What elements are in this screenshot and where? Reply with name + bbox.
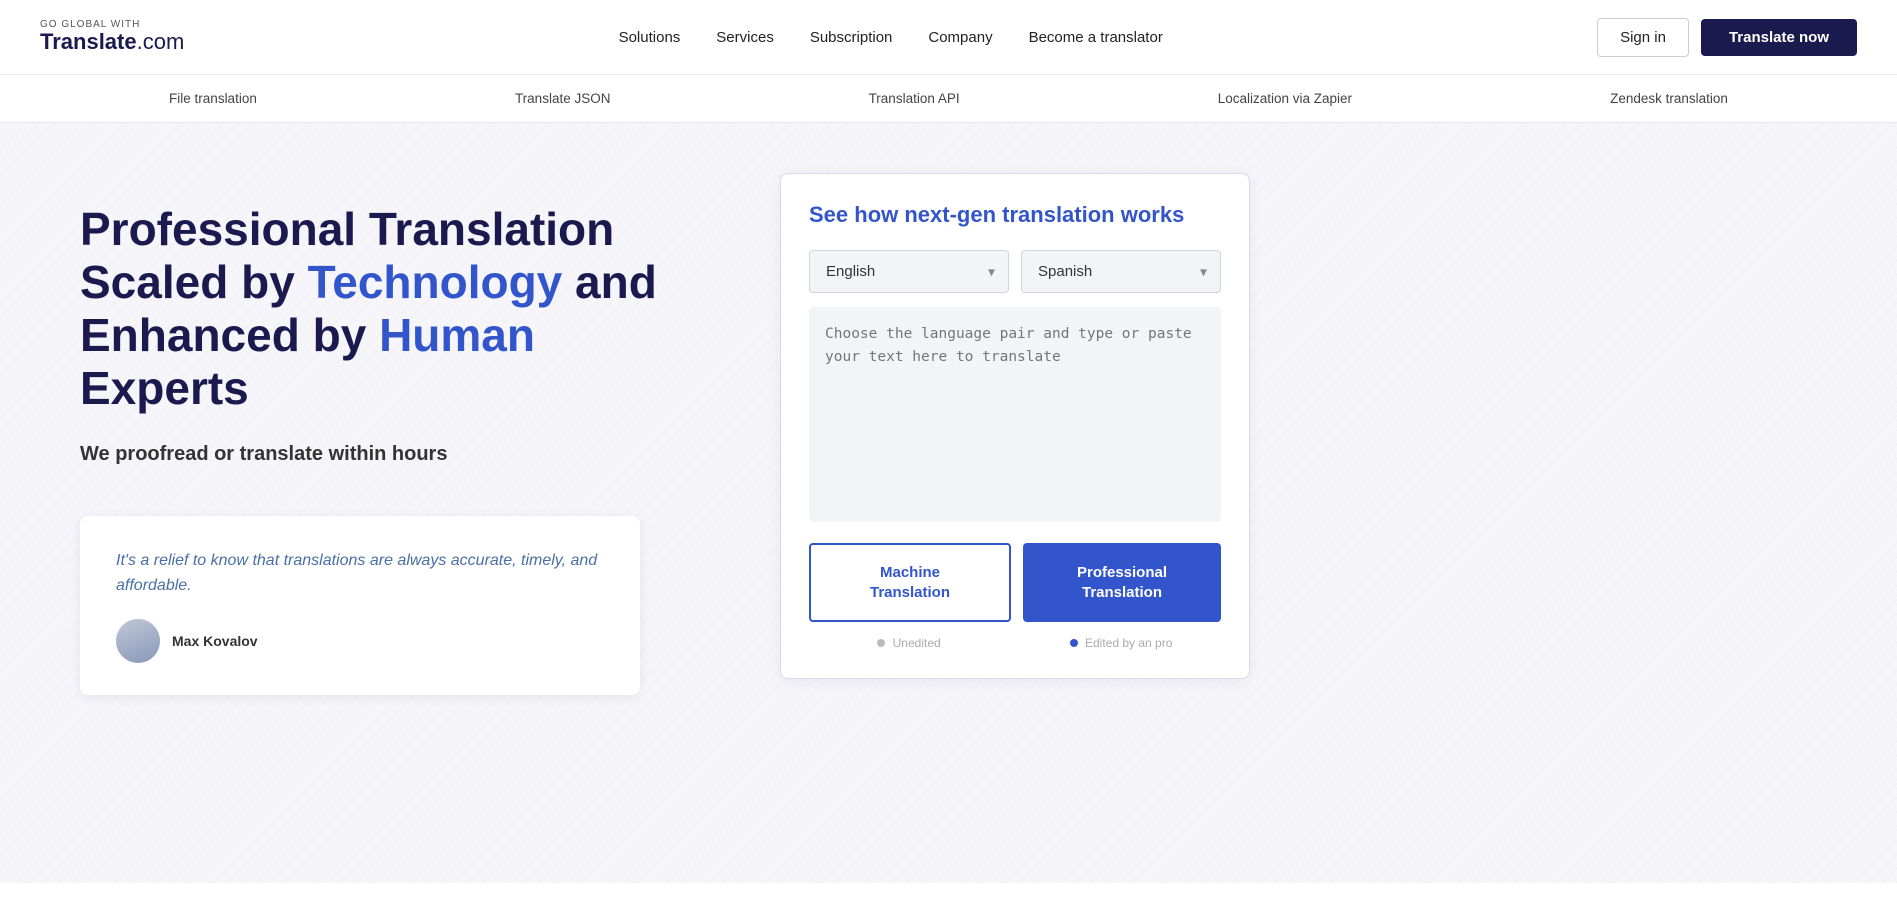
logo-dot: .com [137, 29, 185, 54]
footer-note-professional: Edited by an pro [1021, 632, 1221, 650]
header: GO GLOBAL WITH Translate.com Solutions S… [0, 0, 1897, 75]
language-selectors: English Spanish [809, 250, 1221, 293]
hero-title-enhanced: Enhanced by [80, 309, 379, 361]
main-nav: Solutions Services Subscription Company … [619, 29, 1163, 46]
nav-subscription[interactable]: Subscription [810, 29, 893, 46]
logo-word: Translate [40, 29, 137, 54]
hero-section: Professional Translation Scaled by Techn… [0, 123, 1897, 883]
header-actions: Sign in Translate now [1597, 18, 1857, 57]
hero-highlight-human: Human [379, 309, 535, 361]
source-language-select[interactable]: English [809, 250, 1009, 293]
nav-services[interactable]: Services [716, 29, 774, 46]
translation-widget: See how next-gen translation works Engli… [780, 173, 1250, 679]
translation-input[interactable] [809, 307, 1221, 522]
nav-solutions[interactable]: Solutions [619, 29, 681, 46]
hero-highlight-technology: Technology [308, 256, 563, 308]
avatar [116, 619, 160, 663]
professional-translation-button[interactable]: ProfessionalTranslation [1023, 543, 1221, 622]
subnav-file-translation[interactable]: File translation [169, 91, 257, 106]
hero-left: Professional Translation Scaled by Techn… [0, 123, 760, 883]
target-language-select[interactable]: Spanish [1021, 250, 1221, 293]
logo-main-text: Translate.com [40, 30, 184, 54]
nav-become-translator[interactable]: Become a translator [1029, 29, 1163, 46]
hero-title-experts: Experts [80, 362, 249, 414]
target-language-wrapper: Spanish [1021, 250, 1221, 293]
logo: GO GLOBAL WITH Translate.com [40, 19, 184, 54]
hero-title-part2: Scaled by [80, 256, 308, 308]
signin-button[interactable]: Sign in [1597, 18, 1689, 57]
hero-title: Professional Translation Scaled by Techn… [80, 203, 700, 415]
testimonial-card: It's a relief to know that translations … [80, 516, 640, 695]
testimonial-author: Max Kovalov [116, 619, 604, 663]
widget-title: See how next-gen translation works [809, 202, 1221, 228]
hero-subtitle: We proofread or translate within hours [80, 443, 700, 466]
hero-title-and: and [562, 256, 657, 308]
edited-dot [1070, 639, 1078, 647]
subnav: File translation Translate JSON Translat… [0, 75, 1897, 123]
translation-buttons: MachineTranslation ProfessionalTranslati… [809, 543, 1221, 622]
source-language-wrapper: English [809, 250, 1009, 293]
translate-now-button[interactable]: Translate now [1701, 19, 1857, 56]
machine-translation-button[interactable]: MachineTranslation [809, 543, 1011, 622]
subnav-zendesk[interactable]: Zendesk translation [1610, 91, 1728, 106]
nav-company[interactable]: Company [928, 29, 992, 46]
unedited-dot [877, 639, 885, 647]
subnav-translation-api[interactable]: Translation API [869, 91, 960, 106]
author-name: Max Kovalov [172, 633, 258, 649]
unedited-label: Unedited [893, 636, 941, 650]
avatar-image [116, 619, 160, 663]
testimonial-text: It's a relief to know that translations … [116, 548, 604, 599]
subnav-translate-json[interactable]: Translate JSON [515, 91, 611, 106]
subnav-localization-zapier[interactable]: Localization via Zapier [1218, 91, 1352, 106]
hero-title-part1: Professional Translation [80, 203, 614, 255]
widget-footer: Unedited Edited by an pro [809, 632, 1221, 650]
footer-note-machine: Unedited [809, 632, 1009, 650]
edited-label: Edited by an pro [1085, 636, 1172, 650]
hero-right: See how next-gen translation works Engli… [760, 123, 1280, 883]
